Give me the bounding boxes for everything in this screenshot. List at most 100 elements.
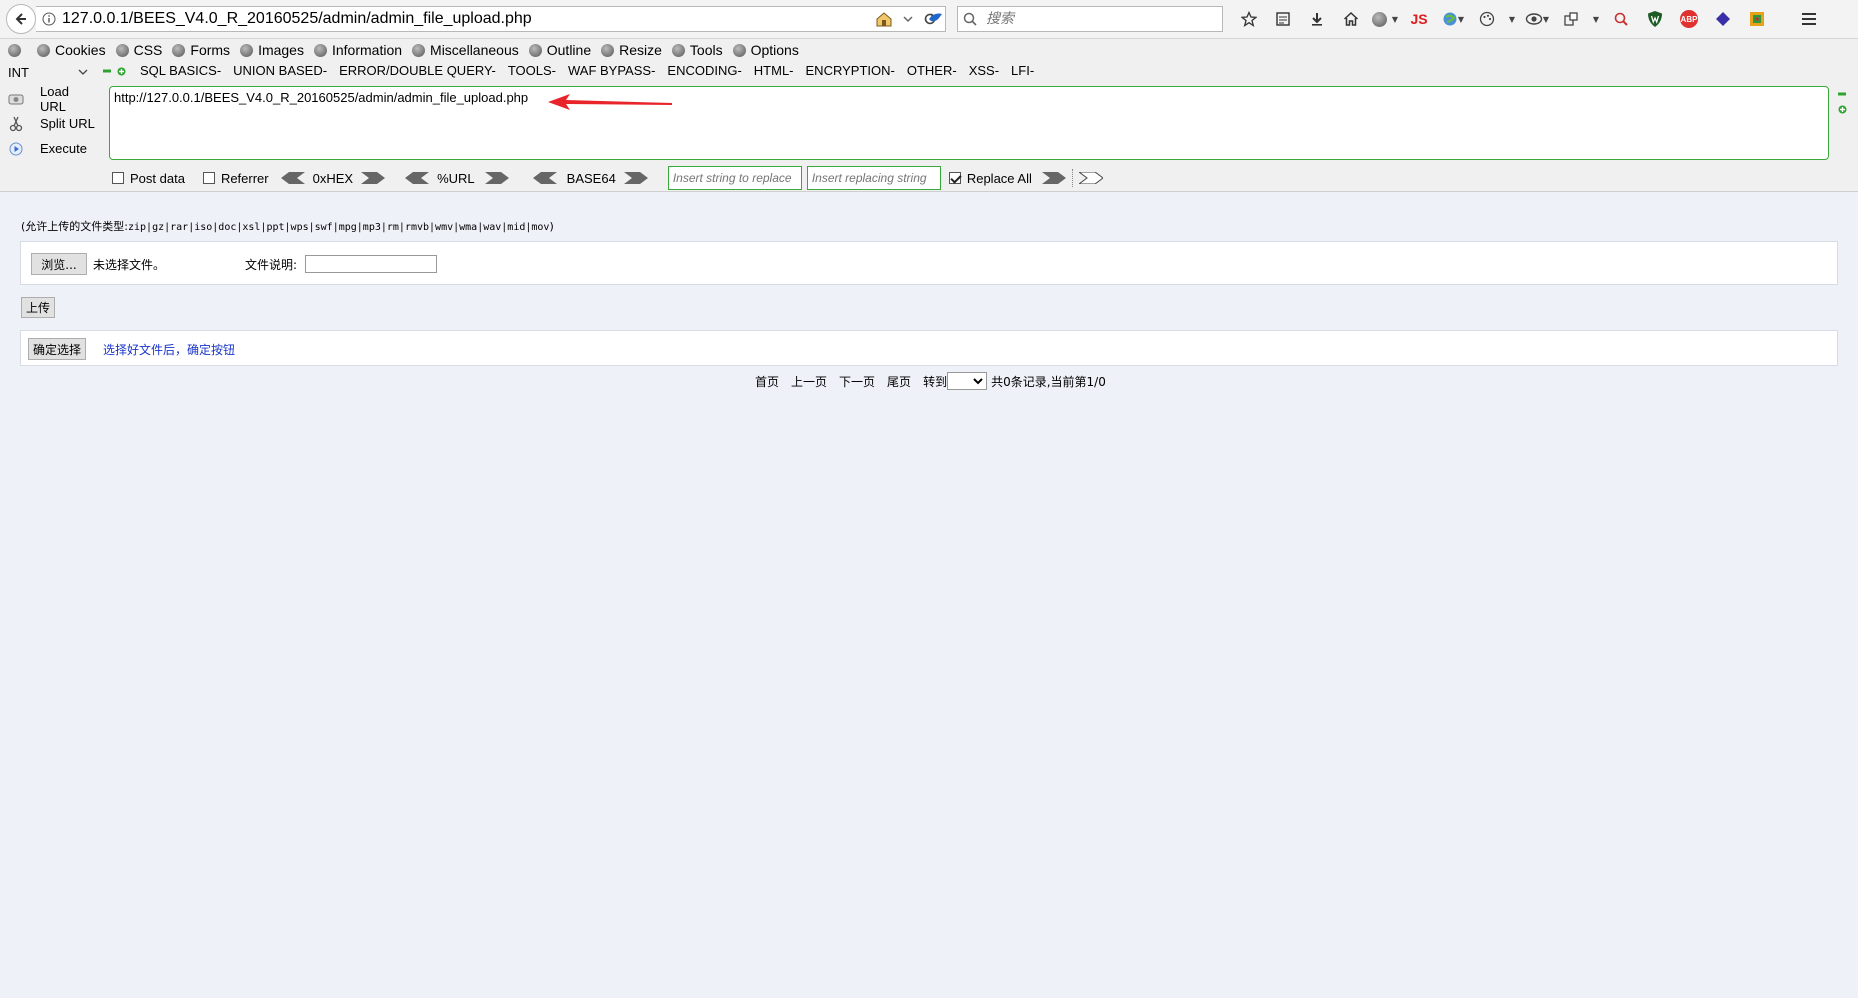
minus-icon[interactable] [103, 67, 111, 75]
devbar-item-miscellaneous[interactable]: Miscellaneous [412, 42, 519, 58]
first-page-link[interactable]: 首页 [755, 373, 779, 390]
colorful-square-icon[interactable] [1740, 6, 1774, 32]
upload-button[interactable]: 上传 [21, 297, 55, 318]
menu-sql-basics[interactable]: SQL BASICS- [140, 63, 221, 78]
devbar-item-forms[interactable]: Forms [172, 42, 230, 58]
devbar-item-outline[interactable]: Outline [528, 42, 591, 58]
allowed-types-list: zip|gz|rar|iso|doc|xsl|ppt|wps|swf|mpg|m… [128, 222, 550, 233]
hackbar-url-textarea[interactable] [109, 86, 1829, 160]
search-input[interactable] [984, 10, 1208, 28]
last-page-link[interactable]: 尾页 [887, 373, 911, 390]
plus-icon[interactable] [1838, 105, 1847, 114]
base64-encode-arrow-icon[interactable] [623, 172, 648, 184]
back-arrow-icon [15, 13, 26, 25]
hackbar: INT SQL BASICS- UNION BASED- ERROR/DOUBL… [0, 61, 1858, 192]
palette-dropdown-icon[interactable]: ▼ [1504, 6, 1520, 32]
goto-page-select[interactable] [947, 372, 988, 390]
menu-html[interactable]: HTML- [754, 63, 794, 78]
addon-globe-icon[interactable]: ▼ [1368, 6, 1402, 32]
url-encode-label: %URL [437, 170, 475, 186]
referrer-checkbox[interactable] [202, 172, 215, 184]
minus-icon[interactable] [1838, 91, 1846, 97]
load-url-icon [8, 91, 24, 107]
resize-dropdown-icon[interactable]: ▼ [1588, 6, 1604, 32]
globe-icon [412, 43, 426, 57]
base64-label: BASE64 [566, 170, 616, 186]
next-page-link[interactable]: 下一页 [839, 373, 875, 390]
post-data-label: Post data [130, 170, 185, 186]
bookmark-star-icon[interactable] [1232, 6, 1266, 32]
navigation-bar: 127.0.0.1/BEES_V4.0_R_20160525/admin/adm… [0, 0, 1858, 39]
menu-other[interactable]: OTHER- [907, 63, 957, 78]
devbar-item-resize[interactable]: Resize [601, 42, 662, 58]
back-button[interactable] [6, 4, 36, 34]
replace-all-checkbox[interactable] [948, 172, 961, 184]
menu-encryption[interactable]: ENCRYPTION- [806, 63, 895, 78]
js-toggle-icon[interactable]: JS [1402, 6, 1436, 32]
diamond-icon[interactable] [1706, 6, 1740, 32]
info-icon[interactable] [36, 12, 62, 26]
shield-icon[interactable] [1638, 6, 1672, 32]
devbar-item-cookies[interactable]: Cookies [37, 42, 106, 58]
load-url-button[interactable]: Load URL [8, 84, 98, 114]
menu-encoding[interactable]: ENCODING- [667, 63, 741, 78]
menu-tools[interactable]: TOOLS- [508, 63, 556, 78]
menu-hamburger-icon[interactable] [1792, 6, 1826, 32]
devbar-item-images[interactable]: Images [240, 42, 304, 58]
base64-decode-arrow-icon[interactable] [532, 172, 557, 184]
url-decode-arrow-icon[interactable] [405, 172, 430, 184]
menu-lfi[interactable]: LFI- [1011, 63, 1034, 78]
globe-icon [732, 43, 746, 57]
hackbar-menus: SQL BASICS- UNION BASED- ERROR/DOUBLE QU… [140, 63, 1034, 78]
hex-decode-arrow-icon[interactable] [280, 172, 305, 184]
download-icon[interactable] [1300, 6, 1334, 32]
post-data-checkbox[interactable] [112, 172, 124, 184]
devbar-item-tools[interactable]: Tools [671, 42, 723, 58]
split-url-button[interactable]: Split URL [8, 111, 98, 136]
confirm-select-button[interactable]: 确定选择 [28, 338, 86, 360]
home-icon[interactable] [1334, 6, 1368, 32]
menu-xss[interactable]: XSS- [969, 63, 999, 78]
devbar-item-options[interactable]: Options [732, 42, 799, 58]
reading-list-icon[interactable] [1266, 6, 1300, 32]
url-bar[interactable]: 127.0.0.1/BEES_V4.0_R_20160525/admin/adm… [36, 6, 946, 32]
insert-string-input[interactable] [667, 166, 802, 190]
red-annotation-arrow [548, 94, 672, 110]
plus-icon[interactable] [117, 67, 126, 76]
devbar-item-information[interactable]: Information [313, 42, 402, 58]
hex-encode-arrow-icon[interactable] [361, 172, 386, 184]
menu-waf-bypass[interactable]: WAF BYPASS- [568, 63, 655, 78]
palette-icon[interactable] [1470, 6, 1504, 32]
replacing-string-input[interactable] [806, 166, 941, 190]
file-description-input[interactable] [305, 255, 437, 273]
devbar-item-css[interactable]: CSS [115, 42, 162, 58]
bird-icon[interactable] [927, 10, 945, 30]
search-bar[interactable] [957, 6, 1223, 32]
url-text[interactable]: 127.0.0.1/BEES_V4.0_R_20160525/admin/adm… [62, 10, 875, 28]
replace-all-arrow-icon[interactable] [1078, 172, 1103, 184]
window-resize-icon[interactable] [1554, 6, 1588, 32]
hackbar-actions: Load URL Split URL Execute [8, 84, 98, 161]
proxy-icon[interactable]: ▼ [1520, 6, 1554, 32]
chevron-down-icon[interactable] [903, 14, 913, 24]
adblock-icon[interactable]: ABP [1672, 6, 1706, 32]
devbar-gear[interactable] [8, 43, 27, 57]
browse-button[interactable]: 浏览... [31, 253, 87, 275]
translate-icon[interactable]: ▼ [1436, 6, 1470, 32]
globe-icon [313, 43, 327, 57]
gear-icon [8, 43, 21, 57]
toolbar-icons: ▼ JS ▼ ▼ ▼ ▼ ABP [1232, 6, 1826, 32]
home-lock-icon[interactable] [875, 11, 893, 27]
globe-icon [671, 43, 685, 57]
menu-union-based[interactable]: UNION BASED- [233, 63, 327, 78]
url-encode-arrow-icon[interactable] [484, 172, 509, 184]
int-select[interactable]: INT [4, 63, 92, 81]
confirm-hint-link[interactable]: 选择好文件后，确定按钮 [103, 341, 235, 358]
magnifier-red-icon[interactable] [1604, 6, 1638, 32]
menu-error-double-query[interactable]: ERROR/DOUBLE QUERY- [339, 63, 496, 78]
prev-page-link[interactable]: 上一页 [791, 373, 827, 390]
execute-button[interactable]: Execute [8, 136, 98, 161]
referrer-label: Referrer [220, 170, 269, 186]
upload-panel: 浏览... 未选择文件。 文件说明: [20, 241, 1838, 285]
replace-arrow-icon[interactable] [1041, 172, 1066, 184]
